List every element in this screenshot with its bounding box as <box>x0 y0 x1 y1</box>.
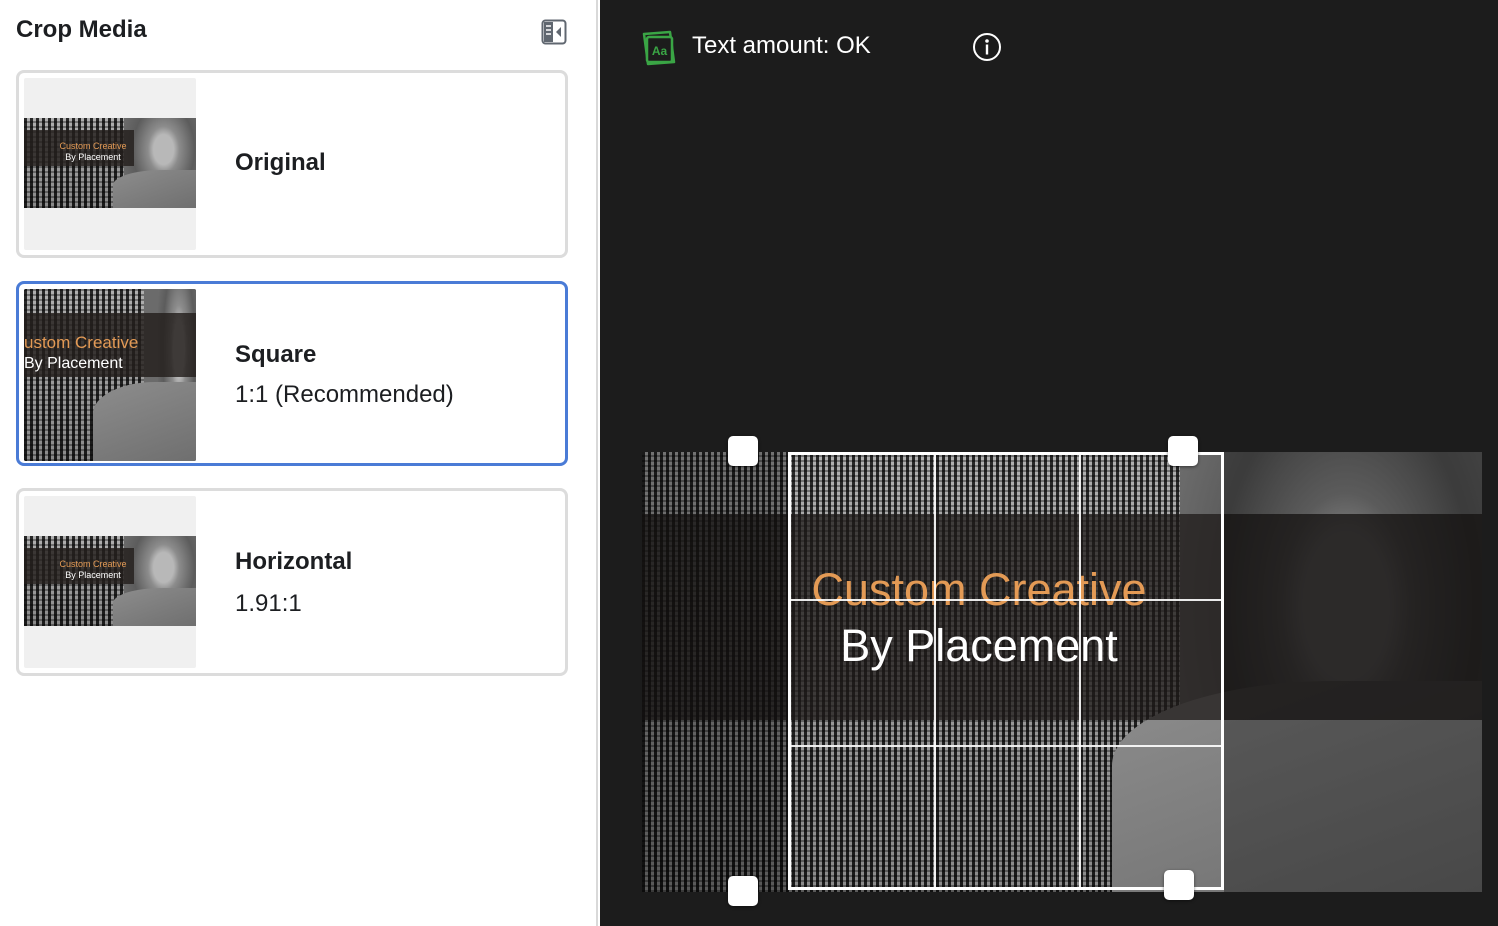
crop-handle-top-right[interactable] <box>1168 436 1198 466</box>
thumbnail-image: ustom Creative By Placement <box>24 289 196 461</box>
crop-handle-top-left[interactable] <box>728 436 758 466</box>
text-overlay-icon: Aa <box>642 30 676 66</box>
crop-media-app: Crop Media Custom Creative By Placement <box>0 0 1498 926</box>
crop-frame[interactable] <box>788 452 1224 890</box>
thumb-line2: By Placement <box>24 355 123 372</box>
option-label: Horizontal <box>235 548 353 575</box>
crop-handle-bottom-right[interactable] <box>1164 870 1194 900</box>
thumbnail-image: Custom Creative By Placement <box>24 118 196 208</box>
thumb-line2: By Placement <box>65 570 121 580</box>
option-label: Square <box>235 341 317 368</box>
option-ratio: 1.91:1 <box>235 590 302 617</box>
thumbnail-original: Custom Creative By Placement <box>24 78 196 250</box>
collapse-panel-button[interactable] <box>540 18 568 46</box>
option-ratio: 1:1 (Recommended) <box>235 381 454 408</box>
thumbnail-square: ustom Creative By Placement <box>24 289 196 461</box>
panel-title: Crop Media <box>16 16 147 43</box>
crop-option-original[interactable]: Custom Creative By Placement Original <box>16 70 568 258</box>
svg-text:Aa: Aa <box>652 44 668 58</box>
crop-handle-bottom-left[interactable] <box>728 876 758 906</box>
thumb-line2: By Placement <box>65 152 121 162</box>
crop-option-square[interactable]: ustom Creative By Placement Square 1:1 (… <box>16 281 568 466</box>
thumb-line1: ustom Creative <box>24 333 139 352</box>
crop-option-horizontal[interactable]: Custom Creative By Placement Horizontal … <box>16 488 568 676</box>
option-label: Original <box>235 149 326 176</box>
thumbnail-horizontal: Custom Creative By Placement <box>24 496 196 668</box>
thumb-line1: Custom Creative <box>59 559 127 569</box>
info-icon[interactable] <box>972 32 1002 62</box>
thumb-line1: Custom Creative <box>59 141 127 151</box>
crop-editor: Aa Text amount: OK Custom Creative By Pl… <box>600 0 1498 926</box>
thumbnail-image: Custom Creative By Placement <box>24 536 196 626</box>
text-amount-status: Text amount: OK <box>692 32 871 59</box>
crop-preview[interactable]: Custom Creative By Placement <box>642 436 1482 906</box>
crop-options-panel: Crop Media Custom Creative By Placement <box>0 0 598 926</box>
panel-collapse-icon <box>541 19 567 45</box>
